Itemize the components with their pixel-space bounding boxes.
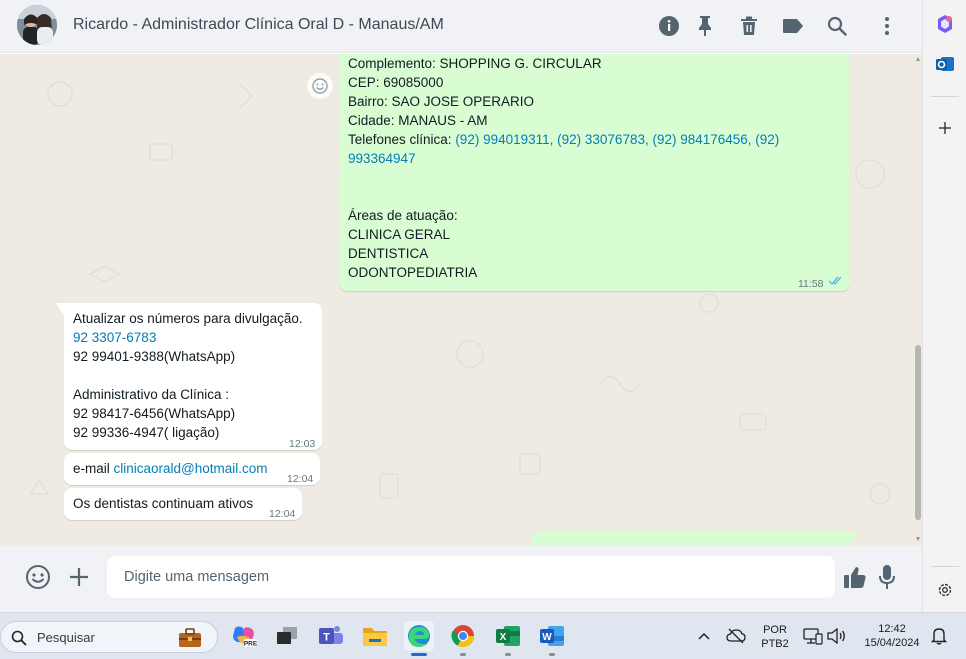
phone-link[interactable]: 92 3307-6783 <box>73 328 303 347</box>
active-indicator <box>411 653 427 656</box>
copilot-icon[interactable]: PRE <box>229 621 259 651</box>
bubble-tail <box>56 303 64 316</box>
info-icon[interactable] <box>657 14 681 38</box>
svg-text:X: X <box>500 632 507 643</box>
message-line: Administrativo da Clínica : <box>73 387 230 402</box>
message-input[interactable] <box>107 556 835 598</box>
email-link[interactable]: clinicaorald@hotmail.com <box>114 461 268 476</box>
message-time: 12:03 <box>289 438 316 450</box>
phones-label: Telefones clínica: <box>348 132 456 147</box>
message-line: ODONTOPEDIATRIA <box>348 265 478 280</box>
search-icon[interactable] <box>825 14 849 38</box>
phone-link[interactable]: (92) 994019311, (92) 33076783, (92) 9841… <box>455 132 779 147</box>
running-indicator <box>549 653 555 656</box>
email-prefix: e-mail <box>73 461 114 476</box>
bubble-tail <box>850 532 858 545</box>
message-line: Bairro: SAO JOSE OPERARIO <box>348 94 535 109</box>
phones-line: Telefones clínica: (92) 994019311, (92) … <box>348 130 779 149</box>
incoming-message[interactable]: Atualizar os números para divulgação. 92… <box>56 303 322 450</box>
outlook-icon[interactable] <box>933 52 957 76</box>
scroll-down-arrow[interactable]: ▼ <box>914 536 922 544</box>
thumbs-up-icon[interactable] <box>841 563 869 591</box>
message-line: CLINICA GERAL <box>348 227 451 242</box>
message-line: Atualizar os números para divulgação. <box>73 311 303 326</box>
widgets-icon[interactable] <box>177 627 203 649</box>
search-icon <box>11 630 27 646</box>
notification-bell-icon[interactable] <box>926 621 952 651</box>
rail-divider <box>931 96 959 97</box>
pin-icon[interactable] <box>693 14 717 38</box>
message-time: 11:58 <box>798 278 824 290</box>
chat-header: Ricardo - Administrador Clínica Oral D -… <box>0 0 922 53</box>
rail-divider-bottom <box>931 566 959 567</box>
taskbar-search[interactable]: Pesquisar <box>0 621 218 653</box>
scroll-up-arrow[interactable]: ▲ <box>914 56 922 64</box>
search-label: Pesquisar <box>37 630 95 645</box>
message-line: DENTISTICA <box>348 246 429 261</box>
svg-text:W: W <box>542 632 552 643</box>
task-view-icon[interactable] <box>272 621 302 651</box>
emoji-icon[interactable] <box>24 563 52 591</box>
react-emoji-icon[interactable] <box>307 73 333 99</box>
incoming-message[interactable]: e-mail clinicaorald@hotmail.com 12:04 <box>64 453 320 485</box>
clock-date: 15/04/2024 <box>864 637 920 649</box>
email-line: e-mail clinicaorald@hotmail.com <box>73 459 268 478</box>
browser-side-rail <box>922 0 966 612</box>
settings-gear-icon[interactable] <box>933 578 957 602</box>
monitor-phone-icon[interactable] <box>799 621 827 651</box>
label-icon[interactable] <box>781 14 805 38</box>
excel-icon[interactable]: X <box>493 621 523 651</box>
language-line-1: POR <box>763 624 787 636</box>
delete-icon[interactable] <box>737 14 761 38</box>
message-line: Os dentistas continuam ativos <box>73 496 254 511</box>
teams-icon[interactable]: T <box>316 621 346 651</box>
input-language[interactable]: POR PTB2 <box>758 623 792 651</box>
volume-icon[interactable] <box>824 621 850 651</box>
message-line: Complemento: SHOPPING G. CIRCULAR <box>348 56 602 71</box>
chrome-icon[interactable] <box>448 621 478 651</box>
file-explorer-icon[interactable] <box>360 621 390 651</box>
chevron-up-icon[interactable] <box>690 621 718 651</box>
attach-plus-icon[interactable] <box>65 563 93 591</box>
clock-time: 12:42 <box>878 623 906 635</box>
outgoing-message[interactable]: Complemento: SHOPPING G. CIRCULAR CEP: 6… <box>339 54 850 291</box>
incoming-message[interactable]: Os dentistas continuam ativos 12:04 <box>64 488 302 520</box>
running-indicator <box>460 653 466 656</box>
message-line: 92 99336-4947( ligação) <box>73 425 220 440</box>
chat-scrollbar-thumb[interactable] <box>915 345 921 520</box>
message-time: 12:04 <box>287 473 314 485</box>
chat-panel[interactable]: Complemento: SHOPPING G. CIRCULAR CEP: 6… <box>0 54 922 546</box>
clock[interactable]: 12:42 15/04/2024 <box>856 622 928 650</box>
svg-text:PRE: PRE <box>244 641 257 648</box>
message-line: Cidade: MANAUS - AM <box>348 113 488 128</box>
message-line: CEP: 69085000 <box>348 75 444 90</box>
message-time: 12:04 <box>269 508 296 520</box>
running-indicator <box>505 653 511 656</box>
menu-icon[interactable] <box>875 14 899 38</box>
word-icon[interactable]: W <box>537 621 567 651</box>
message-line: Áreas de atuação: <box>348 208 458 223</box>
chat-title[interactable]: Ricardo - Administrador Clínica Oral D -… <box>73 16 444 34</box>
onedrive-offline-icon[interactable] <box>722 621 750 651</box>
message-line: 92 98417-6456(WhatsApp) <box>73 406 236 421</box>
edge-icon[interactable] <box>404 621 434 651</box>
contact-avatar[interactable] <box>17 5 57 45</box>
add-icon[interactable] <box>933 116 957 140</box>
microphone-icon[interactable] <box>873 563 901 591</box>
message-composer <box>0 546 922 612</box>
outgoing-message-partial[interactable] <box>531 532 850 546</box>
windows-taskbar: Pesquisar PRE T X W POR PTB2 12:42 15/04… <box>0 612 966 659</box>
language-line-2: PTB2 <box>761 638 789 650</box>
message-line: 92 99401-9388(WhatsApp) <box>73 349 236 364</box>
copilot-icon[interactable] <box>933 12 957 36</box>
read-ticks-icon <box>828 276 842 286</box>
phone-link[interactable]: 993364947 <box>348 149 779 168</box>
svg-text:T: T <box>323 632 330 644</box>
